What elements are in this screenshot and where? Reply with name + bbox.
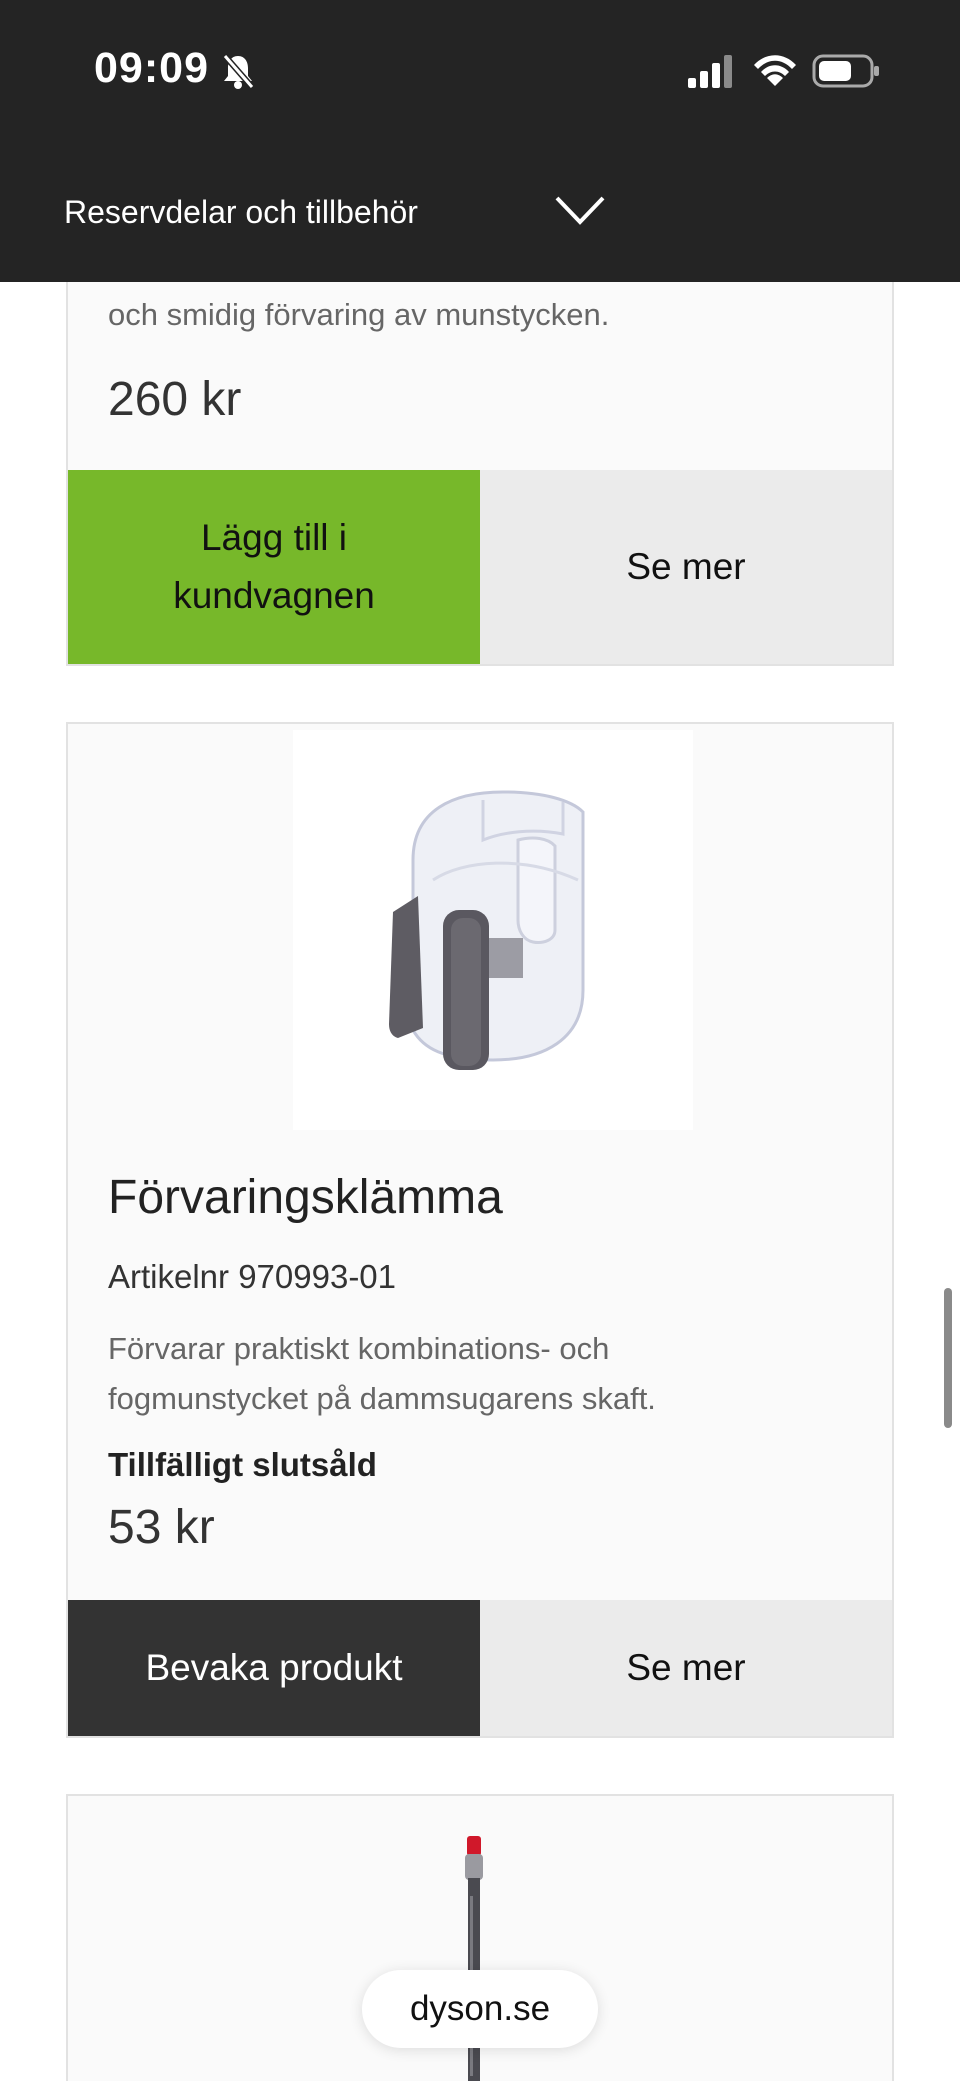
add-to-cart-button[interactable]: Lägg till i kundvagnen bbox=[68, 470, 480, 664]
add-to-cart-label: Lägg till i kundvagnen bbox=[173, 517, 375, 616]
article-number: Artikelnr 970993-01 bbox=[108, 1258, 397, 1295]
product-price: 260 kr bbox=[108, 373, 242, 426]
see-more-button[interactable]: Se mer bbox=[480, 470, 892, 664]
app-header: 09:09 Reservdelar och tillbehör bbox=[0, 0, 960, 282]
card-actions: Bevaka produkt Se mer bbox=[68, 1600, 892, 1736]
product-description: och smidig förvaring av munstycken. bbox=[108, 297, 610, 332]
product-image[interactable] bbox=[293, 730, 693, 1130]
browser-url-bar[interactable]: dyson.se bbox=[362, 1970, 598, 2048]
see-more-label: Se mer bbox=[626, 1647, 746, 1688]
url-text: dyson.se bbox=[409, 1989, 551, 2028]
product-card: Förvaringsklämma Artikelnr 970993-01 För… bbox=[66, 722, 894, 1738]
cellular-signal-icon bbox=[688, 54, 738, 90]
chevron-down-icon[interactable] bbox=[554, 192, 606, 228]
muted-bell-icon bbox=[220, 52, 256, 90]
category-selector-label[interactable]: Reservdelar och tillbehör bbox=[64, 194, 418, 231]
see-more-button[interactable]: Se mer bbox=[480, 1600, 892, 1736]
watch-product-label: Bevaka produkt bbox=[145, 1647, 403, 1688]
battery-icon bbox=[812, 54, 880, 88]
wifi-icon bbox=[752, 50, 798, 90]
card-actions: Lägg till i kundvagnen Se mer bbox=[68, 470, 892, 664]
product-description: Förvarar praktiskt kombinations- och fog… bbox=[108, 1331, 656, 1416]
product-title[interactable]: Förvaringsklämma bbox=[108, 1170, 503, 1225]
see-more-label: Se mer bbox=[626, 546, 746, 587]
scrollbar[interactable] bbox=[944, 1288, 952, 1428]
status-time: 09:09 bbox=[94, 44, 209, 92]
watch-product-button[interactable]: Bevaka produkt bbox=[68, 1600, 480, 1736]
stock-status: Tillfälligt slutsåld bbox=[108, 1446, 377, 1483]
product-price: 53 kr bbox=[108, 1501, 215, 1554]
